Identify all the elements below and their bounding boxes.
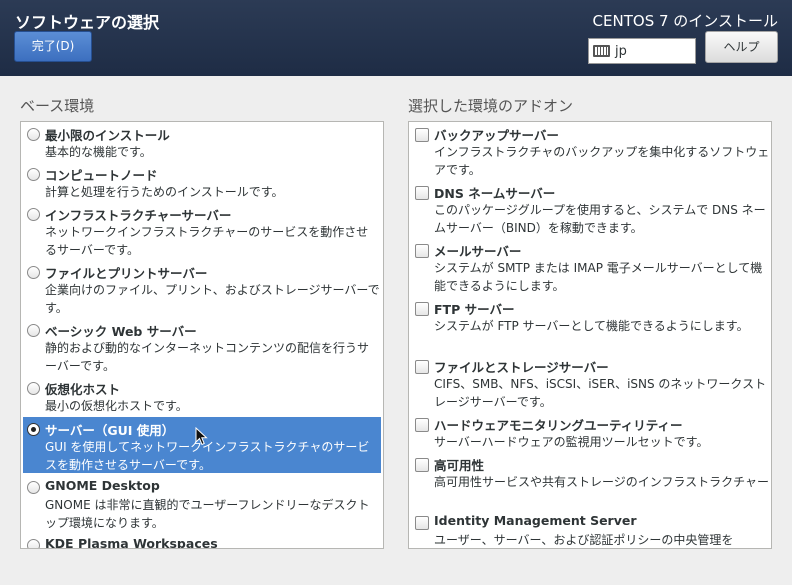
done-button[interactable]: 完了(D) — [14, 31, 92, 62]
option-description: 高可用性サービスや共有ストレージのインフラストラクチャー — [434, 475, 770, 489]
option-title: FTP サーバー — [434, 302, 515, 317]
radio-button[interactable] — [27, 266, 40, 279]
base-env-option[interactable]: ファイルとプリントサーバー 企業向けのファイル、プリント、およびストレージサーバ… — [23, 260, 381, 316]
option-description: インフラストラクチャのバックアップを集中化するソフトウェアです。 — [434, 145, 770, 177]
option-title: ハードウェアモニタリングユーティリティー — [434, 418, 683, 433]
checkbox[interactable] — [415, 128, 429, 142]
keyboard-icon — [593, 45, 610, 57]
option-description: システムが SMTP または IMAP 電子メールサーバーとして機能できるように… — [434, 261, 763, 293]
addon-option[interactable]: メールサーバー システムが SMTP または IMAP 電子メールサーバーとして… — [411, 238, 769, 294]
option-description: 最小の仮想化ホストです。 — [45, 399, 188, 413]
option-title: ファイルとストレージサーバー — [434, 360, 609, 375]
option-description: 基本的な機能です。 — [45, 145, 152, 159]
radio-button-checked[interactable] — [27, 423, 40, 436]
option-description: 計算と処理を行うためのインストールです。 — [45, 185, 284, 199]
option-description: システムが FTP サーバーとして機能できるようにします。 — [434, 319, 749, 333]
option-title: DNS ネームサーバー — [434, 186, 556, 201]
base-env-option[interactable]: KDE Plasma Workspaces — [23, 533, 381, 549]
radio-button[interactable] — [27, 208, 40, 221]
base-env-option[interactable]: インフラストラクチャーサーバー ネットワークインフラストラクチャーのサービスを動… — [23, 202, 381, 258]
option-description: CIFS、SMB、NFS、iSCSI、iSER、iSNS のネットワークストレー… — [434, 377, 767, 409]
option-description: ネットワークインフラストラクチャーのサービスを動作させるサーバーです。 — [45, 225, 369, 257]
checkbox[interactable] — [415, 516, 429, 530]
radio-button[interactable] — [27, 481, 40, 494]
addon-option[interactable]: ハードウェアモニタリングユーティリティー サーバーハードウェアの監視用ツールセッ… — [411, 412, 769, 450]
option-description: このパッケージグループを使用すると、システムで DNS ネームサーバー（BIND… — [434, 203, 766, 235]
option-description: GNOME は非常に直観的でユーザーフレンドリーなデスクトップ環境になります。 — [45, 498, 370, 530]
base-env-list[interactable]: 最小限のインストール 基本的な機能です。 コンピュートノード 計算と処理を行うた… — [20, 121, 384, 549]
option-description: 企業向けのファイル、プリント、およびストレージサーバーです。 — [45, 283, 380, 315]
option-description: サーバーハードウェアの監視用ツールセットです。 — [434, 435, 709, 449]
option-title: インフラストラクチャーサーバー — [45, 208, 232, 223]
checkbox[interactable] — [415, 186, 429, 200]
option-title: コンピュートノード — [45, 168, 158, 183]
checkbox[interactable] — [415, 458, 429, 472]
checkbox[interactable] — [415, 302, 429, 316]
keyboard-layout-label: jp — [615, 43, 627, 59]
base-env-option[interactable]: GNOME Desktop GNOME は非常に直観的でユーザーフレンドリーなデ… — [23, 475, 381, 531]
option-title: サーバー（GUI 使用） — [45, 423, 175, 438]
option-title: KDE Plasma Workspaces — [45, 536, 218, 549]
help-button[interactable]: ヘルプ — [705, 31, 778, 63]
checkbox[interactable] — [415, 418, 429, 432]
radio-button[interactable] — [27, 128, 40, 141]
addon-option[interactable]: 高可用性 高可用性サービスや共有ストレージのインフラストラクチャー — [411, 452, 769, 508]
option-description: 静的および動的なインターネットコンテンツの配信を行うサーバーです。 — [45, 341, 370, 373]
option-description: ユーザー、サーバー、および認証ポリシーの中央管理を — [434, 533, 734, 547]
option-title: ベーシック Web サーバー — [45, 324, 197, 339]
option-title: メールサーバー — [434, 244, 522, 259]
checkbox[interactable] — [415, 244, 429, 258]
header-bar: ソフトウェアの選択 完了(D) CENTOS 7 のインストール jp ヘルプ — [0, 0, 792, 76]
option-title: 仮想化ホスト — [45, 382, 121, 397]
radio-button[interactable] — [27, 382, 40, 395]
base-env-option[interactable]: 最小限のインストール 基本的な機能です。 — [23, 122, 381, 160]
base-env-option[interactable]: 仮想化ホスト 最小の仮想化ホストです。 — [23, 376, 381, 414]
base-env-heading: ベース環境 — [20, 97, 95, 115]
option-title: Identity Management Server — [434, 513, 637, 528]
radio-button[interactable] — [27, 324, 40, 337]
base-env-option[interactable]: ベーシック Web サーバー 静的および動的なインターネットコンテンツの配信を行… — [23, 318, 381, 374]
addon-option[interactable]: DNS ネームサーバー このパッケージグループを使用すると、システムで DNS … — [411, 180, 769, 236]
addon-option[interactable]: バックアップサーバー インフラストラクチャのバックアップを集中化するソフトウェア… — [411, 122, 769, 178]
option-description: GUI を使用してネットワークインフラストラクチャのサービスを動作させるサーバー… — [45, 440, 370, 472]
radio-button[interactable] — [27, 539, 40, 548]
option-title: 最小限のインストール — [45, 128, 170, 143]
page-title: ソフトウェアの選択 — [15, 13, 160, 32]
option-title: ファイルとプリントサーバー — [45, 266, 208, 281]
base-env-option[interactable]: コンピュートノード 計算と処理を行うためのインストールです。 — [23, 162, 381, 200]
product-title: CENTOS 7 のインストール — [592, 12, 778, 30]
addons-list[interactable]: バックアップサーバー インフラストラクチャのバックアップを集中化するソフトウェア… — [408, 121, 772, 549]
addons-heading: 選択した環境のアドオン — [408, 97, 574, 115]
option-title: バックアップサーバー — [434, 128, 559, 143]
option-title: GNOME Desktop — [45, 478, 160, 493]
addon-option[interactable]: Identity Management Server ユーザー、サーバー、および… — [411, 510, 769, 548]
option-title: 高可用性 — [434, 458, 485, 473]
addon-option[interactable]: ファイルとストレージサーバー CIFS、SMB、NFS、iSCSI、iSER、i… — [411, 354, 769, 410]
keyboard-layout-indicator[interactable]: jp — [588, 38, 696, 64]
addon-option[interactable]: FTP サーバー システムが FTP サーバーとして機能できるようにします。 — [411, 296, 769, 352]
radio-button[interactable] — [27, 168, 40, 181]
checkbox[interactable] — [415, 360, 429, 374]
